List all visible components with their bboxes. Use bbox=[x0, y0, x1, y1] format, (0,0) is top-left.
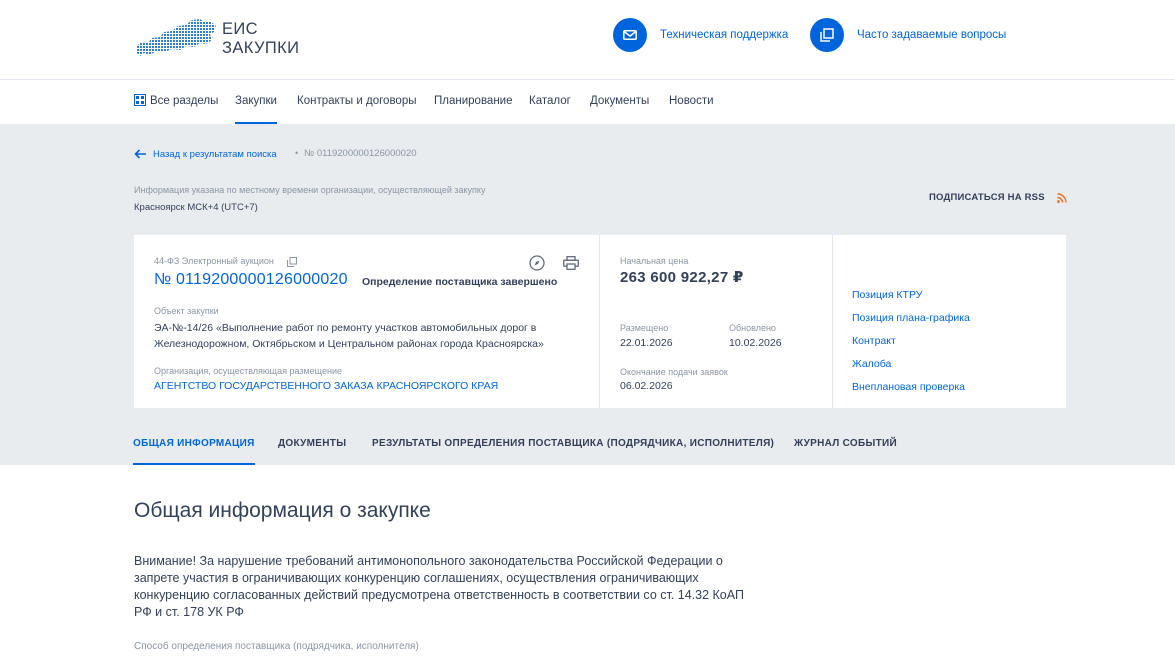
rss-label: ПОДПИСАТЬСЯ НА RSS bbox=[929, 192, 1045, 203]
print-icon[interactable] bbox=[562, 254, 580, 272]
nav-all-sections[interactable]: Все разделы bbox=[134, 80, 218, 124]
compass-icon[interactable] bbox=[528, 254, 546, 272]
copy-number-icon[interactable] bbox=[286, 256, 298, 268]
back-label: Назад к результатам поиска bbox=[153, 148, 277, 160]
tab-documents[interactable]: ДОКУМЕНТЫ bbox=[278, 438, 346, 465]
organization-link[interactable]: АГЕНТСТВО ГОСУДАРСТВЕННОГО ЗАКАЗА КРАСНО… bbox=[154, 380, 498, 392]
main-nav: Все разделы Закупки Контракты и договоры… bbox=[0, 80, 1175, 124]
card-divider bbox=[832, 235, 833, 408]
breadcrumb-separator: • bbox=[295, 148, 299, 158]
published-label: Размещено bbox=[620, 323, 669, 333]
timezone-note: Информация указана по местному времени о… bbox=[134, 185, 486, 195]
arrow-left-icon bbox=[134, 149, 146, 159]
faq-label: Часто задаваемые вопросы bbox=[857, 29, 1007, 41]
nav-documents[interactable]: Документы bbox=[590, 80, 649, 124]
tech-support-link[interactable]: Техническая поддержка bbox=[613, 18, 788, 52]
tab-supplier-results[interactable]: РЕЗУЛЬТАТЫ ОПРЕДЕЛЕНИЯ ПОСТАВЩИКА (ПОДРЯ… bbox=[372, 438, 774, 465]
purchase-card: 44-ФЗ Электронный аукцион № 011920000012… bbox=[134, 235, 1066, 408]
deadline-label: Окончание подачи заявок bbox=[620, 367, 728, 377]
initial-price-label: Начальная цена bbox=[620, 256, 689, 266]
russia-map-logo-icon bbox=[136, 19, 216, 56]
nav-contracts[interactable]: Контракты и договоры bbox=[297, 80, 417, 124]
breadcrumb-current: № 0119200000126000020 bbox=[304, 148, 417, 159]
logo-line-2: ЗАКУПКИ bbox=[222, 39, 300, 57]
nav-news[interactable]: Новости bbox=[669, 80, 714, 124]
initial-price-value: 263 600 922,27 ₽ bbox=[620, 269, 744, 286]
logo-text: ЕИС ЗАКУПКИ bbox=[222, 20, 299, 58]
object-value: ЭА-№-14/26 «Выполнение работ по ремонту … bbox=[154, 322, 544, 350]
timezone-value: Красноярск МСК+4 (UTC+7) bbox=[134, 202, 258, 213]
supplier-method-label: Способ определения поставщика (подрядчик… bbox=[134, 641, 419, 652]
deadline-date: 06.02.2026 bbox=[620, 380, 673, 392]
updated-date: 10.02.2026 bbox=[729, 337, 782, 349]
ktru-position-link[interactable]: Позиция КТРУ bbox=[852, 287, 970, 310]
copy-windows-icon bbox=[810, 18, 844, 52]
complaint-link[interactable]: Жалоба bbox=[852, 356, 970, 379]
plan-schedule-link[interactable]: Позиция плана-графика bbox=[852, 310, 970, 333]
logo[interactable]: ЕИС ЗАКУПКИ bbox=[134, 16, 314, 60]
back-to-results-link[interactable]: Назад к результатам поиска bbox=[134, 147, 277, 161]
nav-purchases[interactable]: Закупки bbox=[235, 80, 277, 124]
nav-catalog[interactable]: Каталог bbox=[529, 80, 571, 124]
site-header: ЕИС ЗАКУПКИ Техническая поддержка Часто … bbox=[0, 0, 1175, 80]
card-divider bbox=[599, 235, 600, 408]
nav-all-sections-label: Все разделы bbox=[150, 95, 219, 107]
related-links: Позиция КТРУ Позиция плана-графика Контр… bbox=[852, 287, 970, 402]
tab-event-log[interactable]: ЖУРНАЛ СОБЫТИЙ bbox=[794, 438, 897, 465]
logo-line-1: ЕИС bbox=[222, 20, 258, 38]
purchase-status: Определение поставщика завершено bbox=[362, 276, 558, 288]
nav-planning[interactable]: Планирование bbox=[434, 80, 512, 124]
organization-label: Организация, осуществляющая размещение bbox=[154, 366, 342, 376]
mail-icon bbox=[613, 18, 647, 52]
rss-subscribe-link[interactable]: ПОДПИСАТЬСЯ НА RSS bbox=[929, 192, 1067, 203]
tech-support-label: Техническая поддержка bbox=[660, 29, 789, 41]
page-title: Общая информация о закупке bbox=[134, 499, 431, 522]
tab-general-info[interactable]: ОБЩАЯ ИНФОРМАЦИЯ bbox=[133, 438, 255, 465]
purchase-number[interactable]: № 0119200000126000020 bbox=[154, 271, 348, 289]
contract-link[interactable]: Контракт bbox=[852, 333, 970, 356]
rss-icon bbox=[1056, 192, 1067, 203]
sections-grid-icon bbox=[134, 93, 146, 106]
object-label: Объект закупки bbox=[154, 306, 219, 316]
purchase-law-type: 44-ФЗ Электронный аукцион bbox=[154, 256, 274, 266]
published-date: 22.01.2026 bbox=[620, 337, 673, 349]
unscheduled-inspection-link[interactable]: Внеплановая проверка bbox=[852, 379, 970, 402]
faq-link[interactable]: Часто задаваемые вопросы bbox=[810, 18, 1006, 52]
antimonopoly-warning: Внимание! За нарушение требований антимо… bbox=[134, 554, 744, 619]
updated-label: Обновлено bbox=[729, 323, 776, 333]
